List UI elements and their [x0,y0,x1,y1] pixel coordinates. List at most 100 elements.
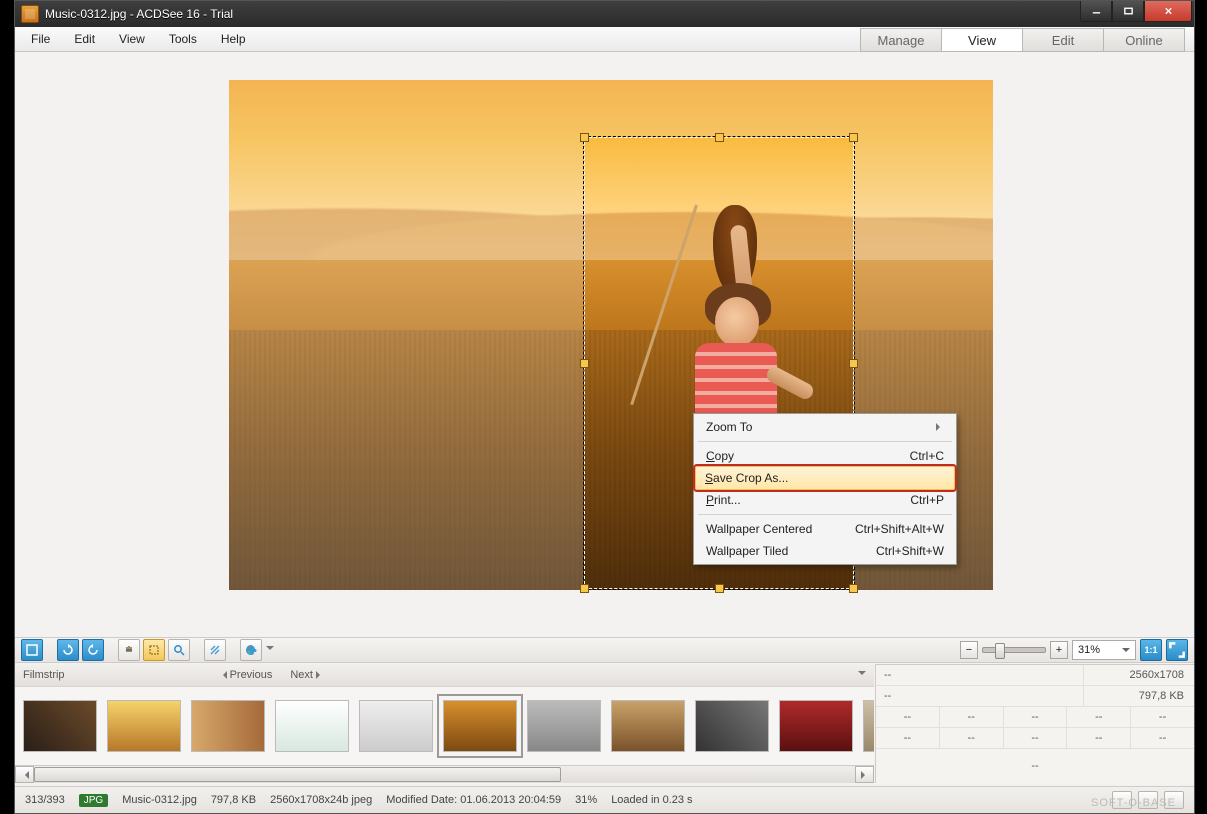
filmstrip-next[interactable]: Next [290,669,324,681]
menubar: File Edit View Tools Help Manage View Ed… [15,27,1194,52]
menu-file[interactable]: File [19,27,62,51]
tool-exposure-icon[interactable] [204,639,226,661]
context-menu: Zoom To CopyCtrl+C Save Crop As... Print… [693,413,957,565]
status-dimensions: 2560x1708x24b jpeg [270,794,372,806]
tool-zoom-icon[interactable] [168,639,190,661]
minimize-button[interactable] [1080,1,1112,22]
selection-dim [229,136,583,590]
ctx-separator [698,514,952,515]
tool-select-icon[interactable] [143,639,165,661]
thumbnail-selected[interactable] [443,700,517,752]
thumbnail[interactable] [275,700,349,752]
app-icon [21,5,39,23]
tool-rotate-right-icon[interactable] [57,639,79,661]
status-modified: Modified Date: 01.06.2013 20:04:59 [386,794,561,806]
titlebar[interactable]: Music-0312.jpg - ACDSee 16 - Trial [15,1,1194,27]
resize-handle-nw[interactable] [580,133,589,142]
thumbnail[interactable] [191,700,265,752]
selection-dim [229,80,993,136]
info-cell: -- [1004,728,1068,748]
filmstrip-label: Filmstrip [23,669,65,681]
status-count: 313/393 [25,794,65,806]
thumbnail[interactable] [695,700,769,752]
status-load-time: Loaded in 0.23 s [611,794,692,806]
thumbnail[interactable] [23,700,97,752]
resize-handle-s[interactable] [715,584,724,593]
menu-edit[interactable]: Edit [62,27,107,51]
ctx-save-crop-as[interactable]: Save Crop As... [695,466,955,490]
scroll-left-button[interactable] [15,766,34,783]
scroll-thumb[interactable] [34,767,561,782]
status-filename: Music-0312.jpg [122,794,197,806]
maximize-button[interactable] [1112,1,1144,22]
zoom-fit-button[interactable] [1166,639,1188,661]
mode-manage[interactable]: Manage [860,28,942,52]
zoom-controls: − + 31% 1:1 [960,639,1188,661]
status-filesize: 797,8 KB [211,794,256,806]
filmstrip-prev[interactable]: Previous [219,669,273,681]
zoom-out-button[interactable]: − [960,641,978,659]
menu-view[interactable]: View [107,27,157,51]
window-title: Music-0312.jpg - ACDSee 16 - Trial [45,7,1080,21]
filmstrip-scrollbar[interactable] [15,765,874,783]
thumbnail[interactable] [863,700,874,752]
mode-online[interactable]: Online [1104,28,1185,52]
thumbnail[interactable] [359,700,433,752]
mode-tabs: Manage View Edit Online [860,27,1185,51]
close-button[interactable] [1144,1,1192,22]
zoom-in-button[interactable]: + [1050,641,1068,659]
filmstrip-header: Filmstrip Previous Next [15,664,874,687]
info-cell: -- [876,707,940,727]
info-cell: -- [1131,707,1194,727]
thumbnail[interactable] [779,700,853,752]
tool-pan-icon[interactable] [118,639,140,661]
info-cell: -- [876,728,940,748]
resize-handle-n[interactable] [715,133,724,142]
resize-handle-w[interactable] [580,359,589,368]
scroll-track[interactable] [34,767,855,782]
ctx-copy[interactable]: CopyCtrl+C [696,445,954,467]
zoom-slider-thumb[interactable] [995,643,1005,659]
resize-handle-ne[interactable] [849,133,858,142]
resize-handle-e[interactable] [849,359,858,368]
menu-help[interactable]: Help [209,27,258,51]
zoom-actual-button[interactable]: 1:1 [1140,639,1162,661]
thumbnail-row[interactable] [15,687,874,765]
info-cell: -- [1131,728,1194,748]
ctx-zoom-to[interactable]: Zoom To [696,416,954,438]
status-zoom: 31% [575,794,597,806]
tool-palette-icon[interactable] [240,639,262,661]
resize-handle-se[interactable] [849,584,858,593]
filmstrip-menu-icon[interactable] [858,671,866,679]
ctx-wallpaper-centered[interactable]: Wallpaper CenteredCtrl+Shift+Alt+W [696,518,954,540]
ctx-print[interactable]: Print...Ctrl+P [696,489,954,511]
zoom-percent-dropdown[interactable]: 31% [1072,640,1136,660]
mode-edit[interactable]: Edit [1023,28,1104,52]
info-cell: -- [940,728,1004,748]
chevron-left-icon [219,671,227,679]
info-cell: -- [876,749,1194,783]
submenu-arrow-icon [936,423,944,431]
tool-fullscreen-icon[interactable] [21,639,43,661]
info-cell: -- [1067,707,1131,727]
app-window: Music-0312.jpg - ACDSee 16 - Trial File … [14,0,1195,814]
ctx-separator [698,441,952,442]
watermark: SOFT-O-BASE [1091,797,1176,809]
info-cell: -- [876,665,1084,685]
ctx-wallpaper-tiled[interactable]: Wallpaper TiledCtrl+Shift+W [696,540,954,562]
mode-view[interactable]: View [942,28,1023,52]
tool-dropdown-icon[interactable] [265,640,275,660]
info-cell: -- [876,686,1084,706]
thumbnail[interactable] [611,700,685,752]
resize-handle-sw[interactable] [580,584,589,593]
info-panel: -- 2560x1708 -- 797,8 KB -- -- -- -- -- … [875,664,1194,783]
info-dimensions: 2560x1708 [1084,665,1194,685]
window-buttons [1080,1,1192,21]
zoom-slider[interactable] [982,647,1046,653]
viewer-toolbar: − + 31% 1:1 [15,637,1194,663]
tool-rotate-left-icon[interactable] [82,639,104,661]
thumbnail[interactable] [527,700,601,752]
menu-tools[interactable]: Tools [157,27,209,51]
scroll-right-button[interactable] [855,766,874,783]
thumbnail[interactable] [107,700,181,752]
